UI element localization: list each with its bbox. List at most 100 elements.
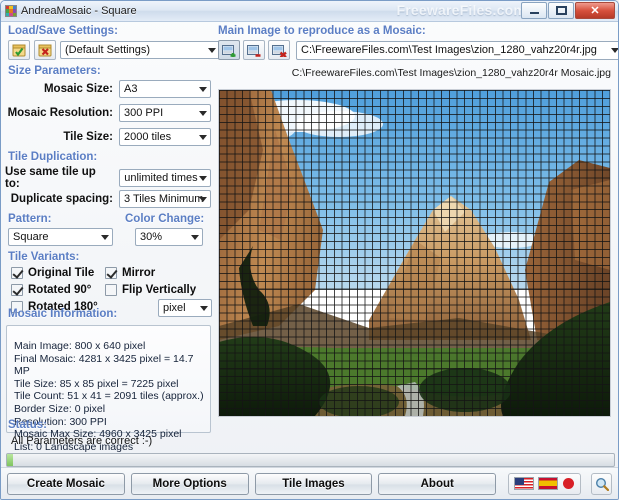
checkbox-label: Flip Vertically: [122, 284, 197, 296]
checkbox-original-tile[interactable]: Original Tile: [11, 267, 94, 279]
mosaic-size-label: Mosaic Size:: [43, 83, 113, 95]
chevron-down-icon: [611, 48, 618, 53]
duplicate-spacing-row: Duplicate spacing: 3 Tiles Minimum: [5, 190, 211, 208]
color-change-select[interactable]: 30%: [135, 228, 203, 246]
main-image-path-value: C:\FreewareFiles.com\Test Images\zion_12…: [301, 44, 597, 56]
mosaic-size-select[interactable]: A3: [119, 80, 211, 98]
use-same-tile-select[interactable]: unlimited times: [119, 169, 211, 187]
duplicate-spacing-label: Duplicate spacing:: [10, 193, 113, 205]
app-icon: [5, 5, 17, 17]
chevron-down-icon: [199, 135, 207, 140]
info-line: Border Size: 0 pixel: [14, 402, 106, 415]
pattern-value: Square: [13, 231, 49, 243]
info-line: Tile Size: 85 x 85 pixel = 7225 pixel: [14, 377, 179, 390]
checkbox-rotated-90[interactable]: Rotated 90°: [11, 284, 91, 296]
status-message: All Parameters are correct :-): [11, 435, 153, 447]
checkbox-label: Mirror: [122, 267, 156, 279]
chevron-down-icon: [199, 111, 207, 116]
info-line: Main Image: 800 x 640 pixel: [14, 340, 146, 352]
settings-preset-select[interactable]: (Default Settings): [60, 41, 220, 59]
checkbox-box: [105, 284, 117, 296]
progress-bar: [6, 453, 615, 467]
size-parameters-heading: Size Parameters:: [8, 65, 101, 77]
load-settings-icon[interactable]: [8, 40, 30, 60]
info-line: Tile Count: 51 x 41 = 2091 tiles (approx…: [14, 390, 204, 403]
bottom-toolbar: Create Mosaic More Options Tile Images A…: [1, 467, 618, 499]
tile-images-button[interactable]: Tile Images: [254, 472, 373, 495]
mosaic-resolution-select[interactable]: 300 PPI: [119, 104, 211, 122]
window-controls: ✕: [521, 2, 615, 19]
us-flag-icon[interactable]: [514, 477, 535, 490]
settings-panel: Load/Save Settings: (Default Settings) S…: [1, 23, 220, 453]
unit-value: pixel: [163, 302, 186, 314]
andreamosaic-window: AndreaMosaic - Square FreewareFiles.com …: [0, 0, 619, 500]
tile-size-row: Tile Size: 2000 tiles: [5, 128, 211, 146]
pattern-select[interactable]: Square: [8, 228, 113, 246]
title-bar: AndreaMosaic - Square FreewareFiles.com …: [1, 1, 618, 22]
main-image-heading: Main Image to reproduce as a Mosaic:: [218, 25, 426, 37]
jp-flag-icon[interactable]: [562, 477, 575, 490]
chevron-down-icon: [208, 48, 216, 53]
close-button[interactable]: ✕: [575, 2, 615, 19]
mosaic-information-heading: Mosaic Information:: [8, 308, 118, 320]
chevron-down-icon: [191, 235, 199, 240]
status-heading: Status:: [8, 419, 47, 431]
mosaic-preview-frame[interactable]: [218, 89, 611, 417]
pattern-heading: Pattern:: [8, 213, 52, 225]
search-icon[interactable]: [591, 472, 612, 495]
settings-preset-value: (Default Settings): [65, 44, 150, 56]
color-change-heading: Color Change:: [125, 213, 205, 225]
checkbox-label: Rotated 90°: [28, 284, 92, 296]
use-same-tile-label: Use same tile up to:: [5, 166, 96, 190]
create-mosaic-button[interactable]: Create Mosaic: [7, 472, 125, 495]
tile-duplication-heading: Tile Duplication:: [8, 151, 98, 163]
use-same-tile-row: Use same tile up to: unlimited times: [5, 166, 211, 190]
duplicate-spacing-select[interactable]: 3 Tiles Minimum: [119, 190, 211, 208]
more-options-button[interactable]: More Options: [130, 472, 249, 495]
checkbox-box: [105, 267, 117, 279]
info-line: Final Mosaic: 4281 x 3425 pixel = 14.7 M…: [14, 352, 194, 378]
mosaic-resolution-row: Mosaic Resolution: 300 PPI: [5, 104, 211, 122]
checkbox-flip-vertically[interactable]: Flip Vertically: [105, 284, 196, 296]
mosaic-information-box: Main Image: 800 x 640 pixel Final Mosaic…: [6, 325, 211, 453]
mosaic-size-row: Mosaic Size: A3: [5, 80, 211, 98]
tile-size-label: Tile Size:: [63, 131, 113, 143]
progress-fill: [7, 454, 14, 466]
checkbox-box: [11, 284, 23, 296]
language-flags: [508, 472, 582, 495]
chevron-down-icon: [199, 197, 207, 202]
freewarefiles-watermark: FreewareFiles.com: [396, 2, 526, 18]
load-save-heading: Load/Save Settings:: [8, 25, 118, 37]
chevron-down-icon: [199, 87, 207, 92]
es-flag-icon[interactable]: [538, 477, 559, 490]
tile-grid-overlay: [219, 90, 610, 416]
checkbox-mirror[interactable]: Mirror: [105, 267, 155, 279]
tile-variants-heading: Tile Variants:: [8, 251, 80, 263]
about-button[interactable]: About: [378, 472, 497, 495]
minimize-button[interactable]: [521, 2, 547, 19]
chevron-down-icon: [101, 235, 109, 240]
output-path-label: C:\FreewareFiles.com\Test Images\zion_12…: [291, 67, 611, 79]
delete-image-icon[interactable]: [268, 40, 290, 60]
color-change-value: 30%: [140, 231, 163, 243]
main-image-path-input[interactable]: C:\FreewareFiles.com\Test Images\zion_12…: [296, 40, 618, 60]
maximize-button[interactable]: [548, 2, 574, 19]
unit-select[interactable]: pixel: [158, 299, 212, 317]
add-image-icon[interactable]: [218, 40, 240, 60]
checkbox-box: [11, 267, 23, 279]
remove-image-icon[interactable]: [243, 40, 265, 60]
mosaic-resolution-value: 300 PPI: [124, 107, 164, 119]
mosaic-size-value: A3: [124, 83, 138, 95]
load-save-row: (Default Settings): [8, 40, 220, 60]
chevron-down-icon: [200, 306, 208, 311]
tile-size-value: 2000 tiles: [124, 131, 172, 143]
mosaic-resolution-label: Mosaic Resolution:: [7, 107, 113, 119]
main-image-toolbar: C:\FreewareFiles.com\Test Images\zion_12…: [218, 40, 618, 60]
tile-size-select[interactable]: 2000 tiles: [119, 128, 211, 146]
delete-settings-icon[interactable]: [34, 40, 56, 60]
checkbox-label: Original Tile: [28, 267, 95, 279]
duplicate-spacing-value: 3 Tiles Minimum: [124, 193, 204, 205]
window-title: AndreaMosaic - Square: [21, 5, 137, 17]
chevron-down-icon: [199, 176, 207, 181]
use-same-tile-value: unlimited times: [124, 172, 198, 184]
